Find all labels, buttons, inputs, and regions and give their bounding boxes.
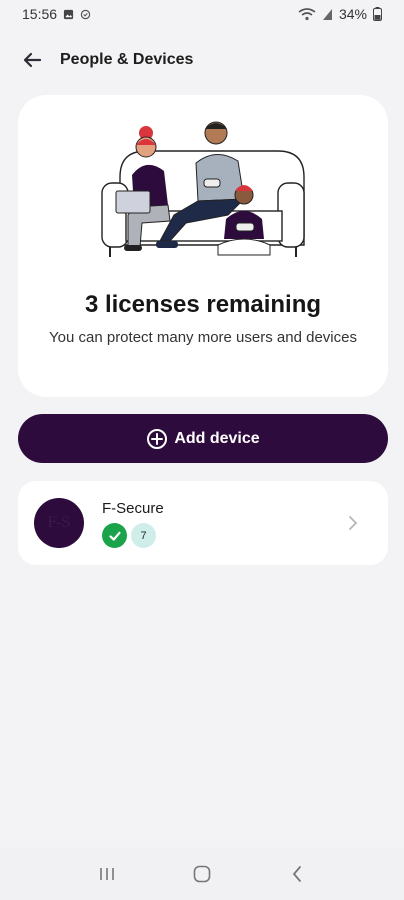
check-circle-icon	[102, 523, 127, 548]
page-title: People & Devices	[60, 51, 194, 68]
app-header: People & Devices	[0, 42, 404, 78]
arrow-left-icon	[23, 52, 42, 68]
wifi-icon	[298, 7, 316, 20]
system-back-button[interactable]	[277, 854, 317, 894]
status-bar: 15:56 34%	[0, 0, 404, 28]
licenses-card: 3 licenses remaining You can protect man…	[18, 95, 388, 397]
add-device-label: Add device	[174, 429, 260, 447]
shield-check-icon	[80, 9, 91, 19]
device-badges: 7	[102, 523, 156, 548]
device-count-badge: 7	[131, 523, 156, 548]
status-time: 15:56	[22, 6, 58, 22]
device-name: F-Secure	[102, 500, 164, 517]
back-icon	[292, 866, 301, 882]
licenses-subtitle: You can protect many more users and devi…	[49, 329, 357, 346]
battery-icon	[373, 7, 382, 21]
image-icon	[63, 9, 74, 19]
home-icon	[193, 865, 211, 883]
signal-icon	[322, 8, 332, 20]
check-icon	[108, 531, 121, 541]
avatar: F-S	[34, 498, 84, 548]
recent-apps-button[interactable]	[87, 854, 127, 894]
device-list-item[interactable]: F-S F-Secure 7	[18, 481, 388, 565]
recent-apps-icon	[100, 868, 115, 880]
home-button[interactable]	[182, 854, 222, 894]
family-on-couch-illustration	[101, 121, 305, 257]
status-right: 34%	[298, 6, 382, 22]
battery-percent: 34%	[338, 6, 367, 22]
licenses-remaining-title: 3 licenses remaining	[84, 291, 322, 318]
add-device-button[interactable]: Add device	[18, 414, 388, 463]
chevron-right-icon	[349, 516, 358, 530]
status-left: 15:56	[22, 6, 91, 22]
system-nav-bar	[0, 848, 404, 900]
back-button[interactable]	[18, 46, 46, 74]
plus-circle-icon	[147, 428, 168, 449]
